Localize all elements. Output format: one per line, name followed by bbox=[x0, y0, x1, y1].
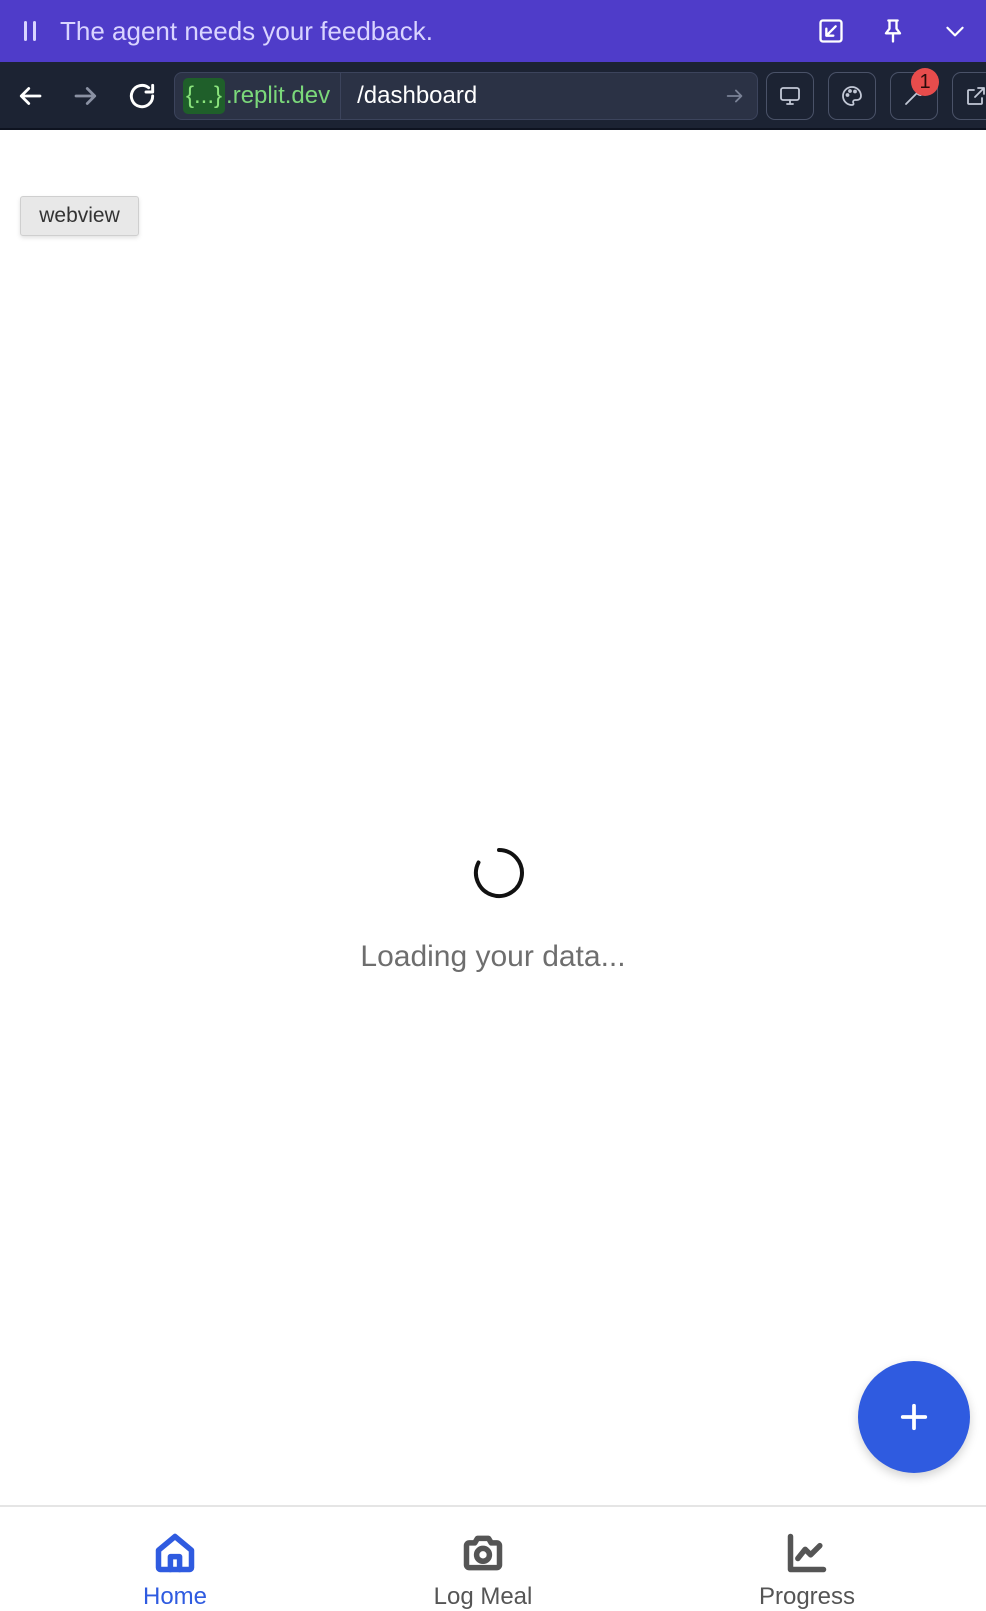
external-link-icon bbox=[967, 87, 985, 105]
forward-button[interactable] bbox=[62, 72, 110, 120]
agent-feedback-message: The agent needs your feedback. bbox=[60, 15, 433, 46]
browser-toolbar: {...} .replit.dev /dashboard 1 bbox=[0, 62, 986, 130]
url-domain: {...} .replit.dev bbox=[175, 73, 342, 119]
home-icon bbox=[152, 1531, 198, 1575]
url-token: {...} bbox=[183, 78, 226, 114]
devtools-button[interactable]: 1 bbox=[890, 68, 939, 120]
theme-button[interactable] bbox=[828, 72, 876, 120]
devtools-badge: 1 bbox=[911, 68, 939, 96]
nav-item-home[interactable]: Home bbox=[110, 1507, 240, 1610]
chevron-down-icon[interactable] bbox=[924, 0, 986, 62]
agent-bar-actions bbox=[800, 0, 986, 62]
webview-label: webview bbox=[20, 196, 139, 236]
nav-label-home: Home bbox=[142, 1583, 208, 1610]
pin-icon[interactable] bbox=[862, 0, 924, 62]
plus-icon bbox=[900, 1403, 928, 1431]
nav-item-log-meal[interactable]: Log Meal bbox=[408, 1507, 558, 1610]
url-path-input[interactable]: /dashboard bbox=[341, 82, 713, 110]
go-arrow-icon[interactable] bbox=[713, 85, 757, 107]
palette-icon bbox=[842, 86, 862, 106]
open-external-button[interactable] bbox=[952, 72, 986, 120]
camera-icon bbox=[460, 1531, 506, 1575]
monitor-icon bbox=[780, 87, 800, 105]
nav-label-progress: Progress bbox=[758, 1583, 856, 1610]
device-preview-button[interactable] bbox=[766, 72, 814, 120]
popout-icon[interactable] bbox=[800, 0, 862, 62]
back-button[interactable] bbox=[6, 72, 54, 120]
drag-handle-icon[interactable] bbox=[0, 0, 60, 62]
chart-icon bbox=[784, 1531, 830, 1575]
bottom-navigation: Home Log Meal Progress bbox=[0, 1505, 986, 1610]
loading-spinner-icon bbox=[473, 848, 524, 898]
nav-item-progress[interactable]: Progress bbox=[727, 1507, 887, 1610]
agent-feedback-bar: The agent needs your feedback. bbox=[0, 0, 986, 62]
add-button[interactable] bbox=[858, 1361, 970, 1473]
loading-message: Loading your data... bbox=[360, 940, 626, 973]
nav-label-log-meal: Log Meal bbox=[433, 1583, 533, 1610]
reload-button[interactable] bbox=[118, 72, 166, 120]
url-host: .replit.dev bbox=[226, 82, 331, 109]
address-bar[interactable]: {...} .replit.dev /dashboard bbox=[174, 72, 758, 120]
